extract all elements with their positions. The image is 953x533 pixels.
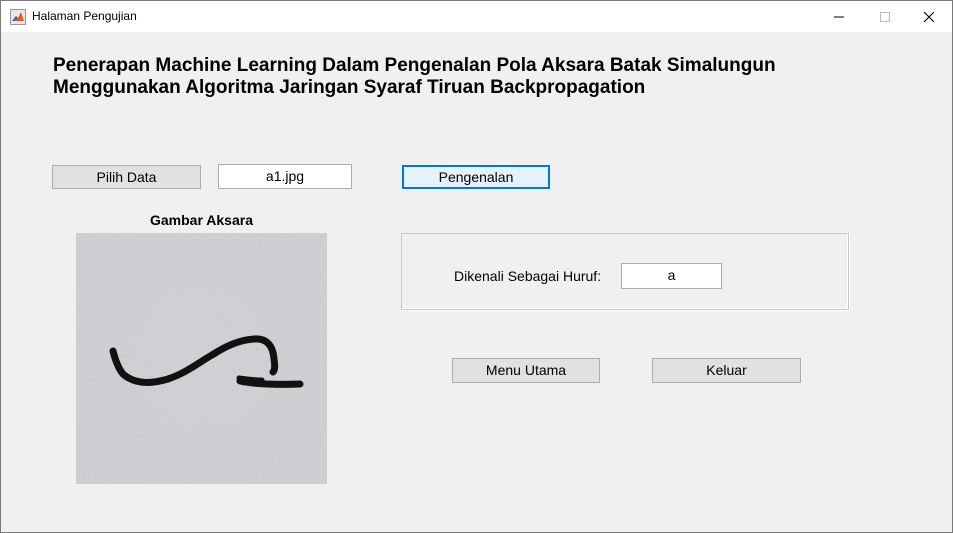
result-value-field[interactable]: a	[621, 263, 722, 289]
close-icon	[923, 11, 935, 23]
minimize-icon	[834, 16, 844, 18]
keluar-button[interactable]: Keluar	[652, 358, 801, 383]
close-button[interactable]	[906, 1, 952, 32]
result-label: Dikenali Sebagai Huruf:	[454, 268, 602, 284]
app-window: Halaman Pengujian Penerapan Machine Lear…	[0, 0, 953, 533]
filename-field[interactable]: a1.jpg	[218, 164, 352, 189]
title-bar[interactable]: Halaman Pengujian	[1, 1, 952, 32]
page-title-line-1: Penerapan Machine Learning Dalam Pengena…	[53, 55, 776, 76]
page-title: Penerapan Machine Learning Dalam Pengena…	[53, 55, 873, 99]
menu-utama-button[interactable]: Menu Utama	[452, 358, 600, 383]
pengenalan-button[interactable]: Pengenalan	[402, 165, 550, 189]
window-title: Halaman Pengujian	[32, 9, 137, 23]
aksara-image	[76, 233, 327, 484]
page-title-line-2: Menggunakan Algoritma Jaringan Syaraf Ti…	[53, 77, 646, 98]
result-panel: Dikenali Sebagai Huruf: a	[401, 233, 849, 310]
minimize-button[interactable]	[816, 1, 862, 32]
matlab-app-icon	[10, 9, 26, 25]
pilih-data-button[interactable]: Pilih Data	[52, 165, 201, 189]
maximize-button[interactable]	[862, 1, 908, 32]
image-title: Gambar Aksara	[150, 212, 253, 228]
maximize-icon	[880, 12, 890, 22]
